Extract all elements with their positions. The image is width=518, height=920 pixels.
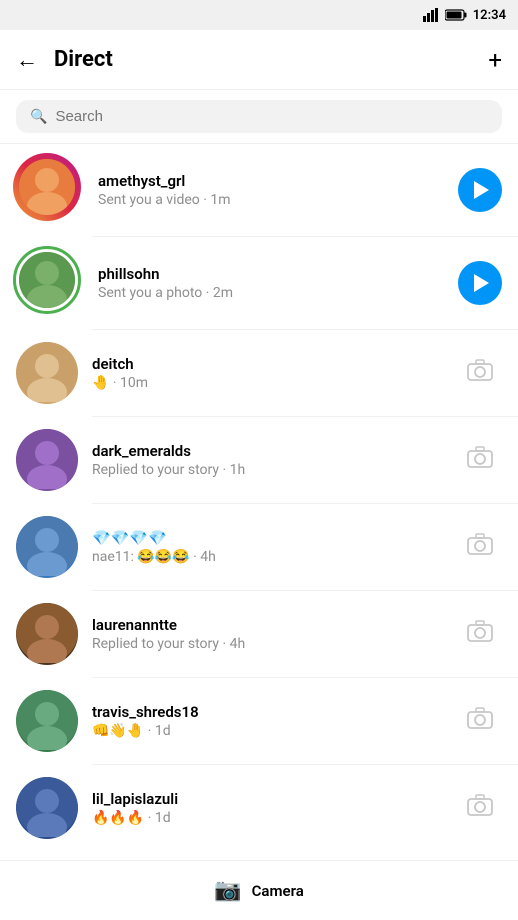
list-item[interactable]: laurenanntte Replied to your story · 4h	[0, 591, 518, 677]
avatar	[16, 429, 78, 491]
action-icon[interactable]	[458, 612, 502, 656]
camera-action-icon[interactable]	[467, 620, 493, 648]
avatar	[16, 156, 84, 224]
avatar	[16, 603, 78, 665]
action-icon[interactable]	[458, 261, 502, 305]
message-content: amethyst_grl Sent you a video · 1m	[98, 172, 444, 208]
message-content: travis_shreds18 👊👋🤚 · 1d	[92, 703, 444, 739]
search-bar: 🔍	[0, 90, 518, 144]
avatar	[16, 777, 78, 839]
message-content: deitch 🤚 · 10m	[92, 355, 444, 391]
message-content: phillsohn Sent you a photo · 2m	[98, 265, 444, 301]
username: 💎💎💎💎	[92, 529, 444, 547]
action-icon[interactable]	[458, 351, 502, 395]
list-item[interactable]: lil_lapislazuli 🔥🔥🔥 · 1d	[0, 765, 518, 851]
status-icons	[423, 8, 467, 22]
message-content: laurenanntte Replied to your story · 4h	[92, 616, 444, 652]
action-icon[interactable]	[458, 699, 502, 743]
action-icon[interactable]	[458, 438, 502, 482]
username: laurenanntte	[92, 616, 444, 634]
camera-action-icon[interactable]	[467, 533, 493, 561]
list-item[interactable]: amethyst_grl Sent you a video · 1m	[0, 144, 518, 236]
message-content: 💎💎💎💎 nae11: 😂😂😂 · 4h	[92, 529, 444, 565]
message-preview: 👊👋🤚 · 1d	[92, 723, 444, 739]
camera-action-icon[interactable]	[467, 446, 493, 474]
list-item[interactable]: travis_shreds18 👊👋🤚 · 1d	[0, 678, 518, 764]
action-icon[interactable]	[458, 525, 502, 569]
status-time: 12:34	[473, 8, 506, 23]
message-preview: 🤚 · 10m	[92, 375, 444, 391]
message-content: dark_emeralds Replied to your story · 1h	[92, 442, 444, 478]
avatar	[16, 249, 84, 317]
header: ← Direct +	[0, 30, 518, 90]
message-preview: Replied to your story · 4h	[92, 636, 444, 652]
message-preview: Sent you a video · 1m	[98, 192, 444, 208]
username: deitch	[92, 355, 444, 373]
battery-icon	[445, 9, 467, 21]
list-item[interactable]: phillsohn Sent you a photo · 2m	[0, 237, 518, 329]
action-icon[interactable]	[458, 786, 502, 830]
search-input-wrap[interactable]: 🔍	[16, 100, 502, 133]
username: amethyst_grl	[98, 172, 444, 190]
username: travis_shreds18	[92, 703, 444, 721]
play-button[interactable]	[458, 168, 502, 212]
avatar	[16, 342, 78, 404]
play-icon	[474, 274, 489, 292]
play-icon	[474, 181, 489, 199]
message-preview: Sent you a photo · 2m	[98, 285, 444, 301]
play-button[interactable]	[458, 261, 502, 305]
avatar	[16, 516, 78, 578]
list-item[interactable]: 💎💎💎💎 nae11: 😂😂😂 · 4h	[0, 504, 518, 590]
search-input[interactable]	[55, 108, 488, 125]
search-icon: 🔍	[30, 109, 47, 125]
username: lil_lapislazuli	[92, 790, 444, 808]
camera-action-icon[interactable]	[467, 794, 493, 822]
message-preview: Replied to your story · 1h	[92, 462, 444, 478]
camera-action-icon[interactable]	[467, 707, 493, 735]
status-bar: 12:34	[0, 0, 518, 30]
action-icon[interactable]	[458, 168, 502, 212]
list-item[interactable]: deitch 🤚 · 10m	[0, 330, 518, 416]
camera-label: Camera	[252, 882, 304, 900]
message-list: amethyst_grl Sent you a video · 1m phills…	[0, 144, 518, 851]
camera-action-icon[interactable]	[467, 359, 493, 387]
bottom-bar[interactable]: 📷 Camera	[0, 860, 518, 920]
page-title: Direct	[54, 47, 488, 72]
message-preview: nae11: 😂😂😂 · 4h	[92, 549, 444, 565]
message-content: lil_lapislazuli 🔥🔥🔥 · 1d	[92, 790, 444, 826]
username: phillsohn	[98, 265, 444, 283]
back-button[interactable]: ←	[16, 47, 38, 73]
message-preview: 🔥🔥🔥 · 1d	[92, 810, 444, 826]
signal-icon	[423, 8, 441, 22]
avatar	[16, 690, 78, 752]
camera-icon: 📷	[214, 878, 241, 903]
add-button[interactable]: +	[488, 46, 502, 74]
list-item[interactable]: dark_emeralds Replied to your story · 1h	[0, 417, 518, 503]
username: dark_emeralds	[92, 442, 444, 460]
